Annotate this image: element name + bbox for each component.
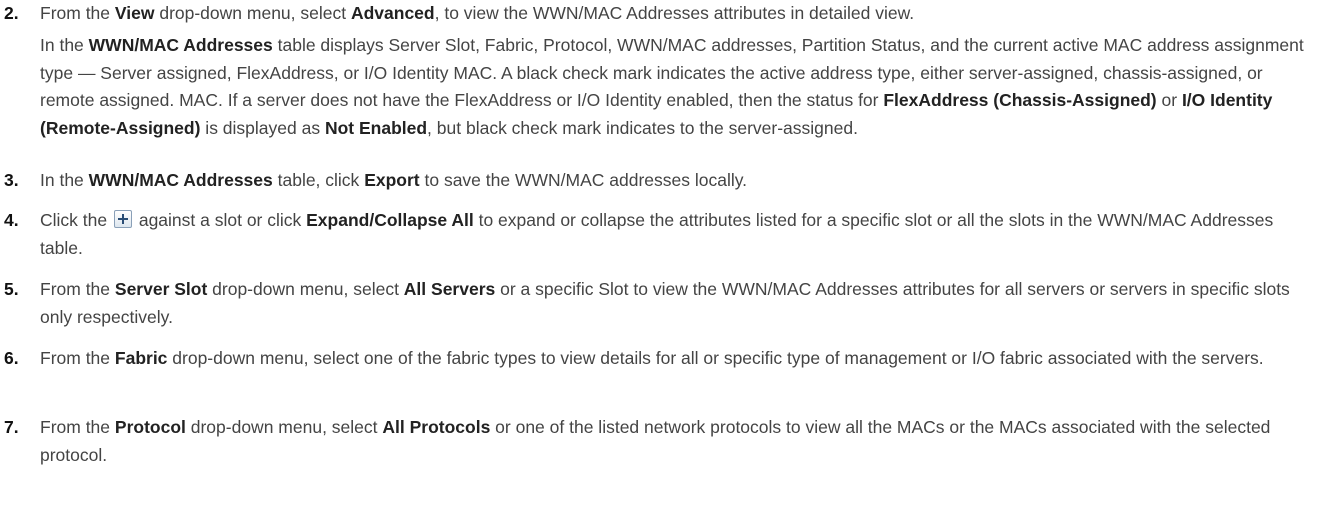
step-number: 3.	[4, 170, 19, 190]
wwn-mac-table-label: WWN/MAC Addresses	[88, 35, 273, 55]
view-menu-label: View	[114, 3, 155, 23]
text-run: or	[1156, 90, 1182, 110]
text-run: In the	[40, 35, 89, 55]
text-run: From the	[40, 279, 115, 299]
text-run: Click the	[40, 210, 112, 230]
step-3: 3. In the WWN/MAC Addresses table, click…	[0, 167, 1336, 195]
protocol-label: Protocol	[114, 417, 186, 437]
step-4-instruction: Click the against a slot or click Expand…	[40, 207, 1310, 262]
step-7: 7. From the Protocol drop-down menu, sel…	[0, 414, 1336, 469]
step-5: 5. From the Server Slot drop-down menu, …	[0, 276, 1336, 331]
text-run: , to view the WWN/MAC Addresses attribut…	[434, 3, 915, 23]
step-6: 6. From the Fabric drop-down menu, selec…	[0, 345, 1336, 373]
step-number: 2.	[4, 3, 19, 23]
step-2-instruction: From the View drop-down menu, select Adv…	[40, 0, 1310, 28]
step-number: 4.	[4, 210, 19, 230]
text-run: drop-down menu, select	[207, 279, 404, 299]
text-run: table, click	[272, 170, 365, 190]
all-servers-label: All Servers	[403, 279, 496, 299]
text-run: drop-down menu, select	[185, 417, 383, 437]
step-5-instruction: From the Server Slot drop-down menu, sel…	[40, 276, 1310, 331]
advanced-option-label: Advanced	[350, 3, 435, 23]
text-run: From the	[40, 417, 115, 437]
text-run: drop-down menu, select one of the fabric…	[167, 348, 1264, 368]
not-enabled-label: Not Enabled	[324, 117, 428, 138]
step-6-instruction: From the Fabric drop-down menu, select o…	[40, 345, 1310, 373]
step-3-instruction: In the WWN/MAC Addresses table, click Ex…	[40, 167, 1310, 195]
text-run: drop-down menu, select	[154, 3, 351, 23]
text-run: In the	[40, 170, 89, 190]
plus-expand-icon	[113, 210, 132, 228]
text-run: , but black check mark indicates to the …	[427, 117, 858, 138]
step-2-paragraph: In the WWN/MAC Addresses table displays …	[40, 32, 1310, 142]
step-7-instruction: From the Protocol drop-down menu, select…	[40, 414, 1310, 469]
text-run: From the	[40, 3, 115, 23]
step-4: 4. Click the against a slot or click Exp…	[0, 207, 1336, 262]
step-number: 5.	[4, 279, 19, 299]
flexaddress-label: FlexAddress (Chassis-Assigned)	[883, 90, 1157, 110]
expand-collapse-all-label: Expand/Collapse All	[306, 210, 474, 230]
all-protocols-label: All Protocols	[382, 417, 491, 437]
wwn-mac-table-label: WWN/MAC Addresses	[88, 170, 273, 190]
step-number: 7.	[4, 417, 19, 437]
server-slot-label: Server Slot	[114, 279, 208, 299]
text-run: is displayed as	[200, 117, 325, 138]
step-2: 2. From the View drop-down menu, select …	[0, 0, 1336, 28]
text-run: against a slot or click	[133, 210, 307, 230]
step-2-description: In the WWN/MAC Addresses table displays …	[0, 32, 1336, 142]
fabric-label: Fabric	[114, 348, 168, 368]
export-label: Export	[364, 170, 420, 190]
text-run: to save the WWN/MAC addresses locally.	[419, 170, 748, 190]
text-run: From the	[40, 348, 115, 368]
step-number: 6.	[4, 348, 19, 368]
